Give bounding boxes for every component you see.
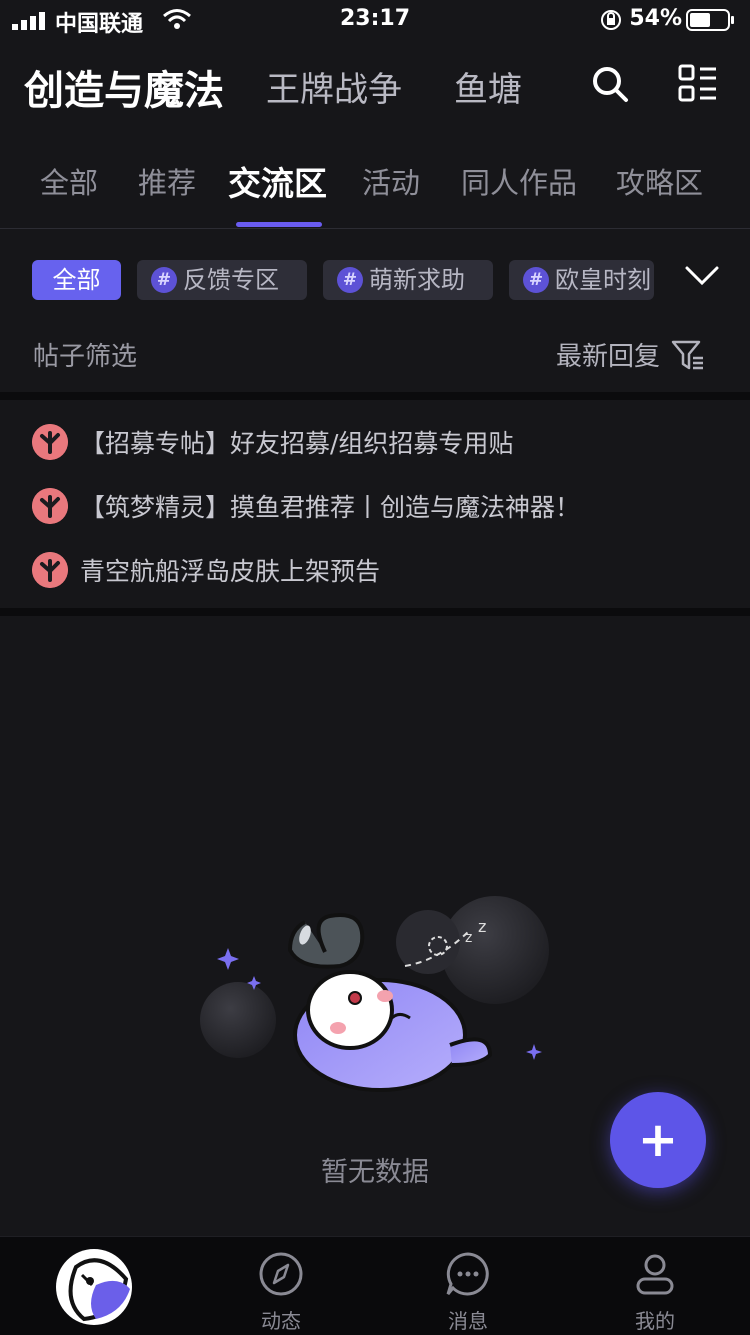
chip-label: 萌新求助 [369,266,465,294]
create-post-button[interactable]: + [610,1092,706,1188]
pinned-post[interactable]: 【筑梦精灵】摸鱼君推荐丨创造与魔法神器！ [0,480,750,536]
filter-row: 帖子筛选 最新回复 [0,336,750,376]
pinned-post[interactable]: 青空航船浮岛皮肤上架预告 [0,544,750,600]
chip-label: 反馈专区 [183,266,279,294]
chip-newbie-help[interactable]: # 萌新求助 [323,260,493,300]
nav-messages[interactable]: 消息 [374,1237,562,1335]
chat-bubble-icon [446,1252,489,1296]
chip-label: 欧皇时刻 [555,266,651,294]
chevron-down-icon[interactable] [684,264,720,288]
sort-option[interactable]: 最新回复 [556,336,660,373]
active-tab-indicator [236,222,322,227]
taptap-fish-icon [68,1258,130,1322]
pinned-post-title: 青空航船浮岛皮肤上架预告 [80,557,381,586]
chip-feedback[interactable]: # 反馈专区 [137,260,307,300]
svg-text:z: z [465,930,472,946]
nav-label: 动态 [261,1309,301,1333]
user-icon [636,1254,674,1295]
svg-text:z: z [478,917,486,936]
nav-label: 消息 [448,1309,488,1333]
pinned-post-title: 【招募专帖】好友招募/组织招募专用贴 [80,429,514,458]
hashtag-icon: # [523,267,549,293]
empty-state-illustration: z z [200,896,549,1092]
chip-all[interactable]: 全部 [32,260,121,300]
nav-feed[interactable]: 动态 [187,1237,375,1335]
filter-icon[interactable] [671,338,705,372]
tab-guides[interactable]: 攻略区 [616,160,703,202]
section-tabs: 全部 推荐 交流区 活动 同人作品 攻略区 [0,150,750,229]
plus-icon: + [637,1112,679,1168]
pinned-post-title: 【筑梦精灵】摸鱼君推荐丨创造与魔法神器！ [80,493,581,522]
topic-chips: 全部 # 反馈专区 # 萌新求助 # 欧皇时刻 [0,260,750,300]
tab-discussion[interactable]: 交流区 [228,157,327,205]
game-header: 创造与魔法 王牌战争 鱼塘 [0,52,750,122]
game-tab-create-magic[interactable]: 创造与魔法 [24,58,224,116]
search-icon[interactable] [590,64,630,104]
nav-label: 我的 [635,1309,675,1333]
tab-fan-works[interactable]: 同人作品 [461,160,577,202]
menu-grid-icon[interactable] [678,64,718,104]
status-bar: 中国联通 23:17 54% [0,0,750,40]
pin-icon [32,424,68,460]
pin-icon [32,552,68,588]
game-tab-ace-war[interactable]: 王牌战争 [266,62,402,111]
post-filter-label: 帖子筛选 [33,342,138,372]
pinned-posts: 【招募专帖】好友招募/组织招募专用贴 【筑梦精灵】摸鱼君推荐丨创造与魔法神器！ … [0,400,750,608]
pin-icon [32,488,68,524]
section-divider [0,608,750,616]
tab-events[interactable]: 活动 [362,160,420,202]
chip-lucky-moments[interactable]: # 欧皇时刻 [509,260,654,300]
section-divider [0,392,750,400]
home-logo-icon[interactable] [56,1249,132,1325]
chip-label: 全部 [52,266,101,294]
battery-icon [686,9,734,31]
game-tab-fishpond[interactable]: 鱼塘 [454,62,522,111]
hashtag-icon: # [337,267,363,293]
nav-profile[interactable]: 我的 [561,1237,749,1335]
compass-icon [259,1252,303,1296]
hashtag-icon: # [151,267,177,293]
orientation-lock-icon [601,10,621,30]
tab-all[interactable]: 全部 [40,160,98,202]
tab-recommend[interactable]: 推荐 [138,160,196,202]
battery-percent: 54% [629,6,682,31]
pinned-post[interactable]: 【招募专帖】好友招募/组织招募专用贴 [0,416,750,472]
bottom-nav: 动态 消息 我的 [0,1236,750,1335]
